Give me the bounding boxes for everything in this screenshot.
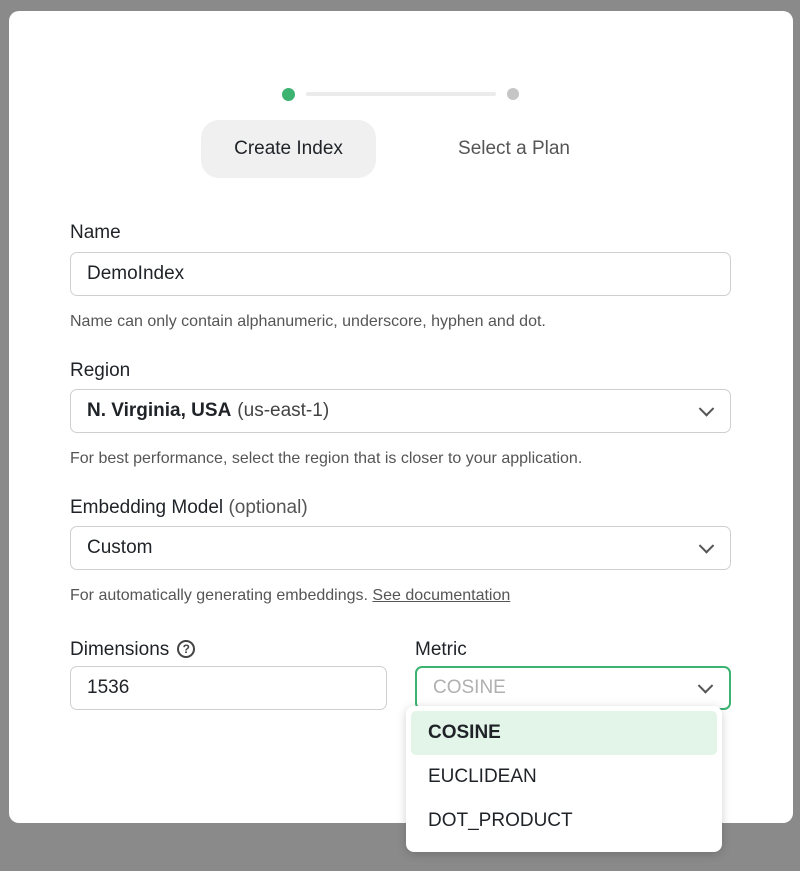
metric-option-euclidean[interactable]: EUCLIDEAN [411, 755, 717, 799]
metric-option-dot-product[interactable]: DOT_PRODUCT [411, 799, 717, 843]
region-select[interactable]: N. Virginia, USA (us-east-1) [70, 389, 731, 433]
embedding-model-label: Embedding Model (optional) [70, 497, 308, 519]
create-index-modal: Create Index Select a Plan Name DemoInde… [9, 11, 793, 823]
step-1-indicator [282, 88, 295, 101]
region-help-text: For best performance, select the region … [70, 450, 583, 467]
optional-label: (optional) [228, 497, 308, 518]
dimensions-input[interactable]: 1536 [70, 666, 387, 710]
dimensions-value: 1536 [87, 677, 130, 698]
chevron-down-icon [697, 678, 714, 694]
name-help-text: Name can only contain alphanumeric, unde… [70, 313, 546, 330]
chevron-down-icon [698, 401, 715, 417]
embedding-help-text: For automatically generating embeddings. [70, 587, 368, 604]
region-code: (us-east-1) [237, 400, 330, 421]
name-input[interactable]: DemoIndex [70, 252, 731, 296]
step-2-indicator [507, 88, 519, 100]
chevron-down-icon [698, 538, 715, 554]
embedding-model-help-text: For automatically generating embeddings.… [70, 587, 510, 605]
tab-select-plan[interactable]: Select a Plan [429, 120, 599, 178]
stepper-line [306, 92, 496, 96]
embedding-model-label-text: Embedding Model [70, 497, 224, 518]
dimensions-label: Dimensions? [70, 639, 196, 661]
embedding-model-select[interactable]: Custom [70, 526, 731, 570]
region-value: N. Virginia, USA [87, 400, 232, 421]
question-circle-icon[interactable]: ? [177, 640, 196, 658]
metric-placeholder: COSINE [433, 677, 506, 698]
metric-dropdown: COSINE EUCLIDEAN DOT_PRODUCT [406, 706, 722, 852]
name-label: Name [70, 222, 121, 243]
embedding-model-value: Custom [87, 537, 153, 558]
dimensions-label-text: Dimensions [70, 639, 170, 660]
tab-create-index[interactable]: Create Index [201, 120, 376, 178]
name-input-value: DemoIndex [87, 263, 185, 284]
see-documentation-link[interactable]: See documentation [372, 587, 510, 604]
metric-label: Metric [415, 639, 467, 660]
region-label: Region [70, 360, 131, 381]
metric-option-cosine[interactable]: COSINE [411, 711, 717, 755]
metric-select[interactable]: COSINE [415, 666, 731, 710]
